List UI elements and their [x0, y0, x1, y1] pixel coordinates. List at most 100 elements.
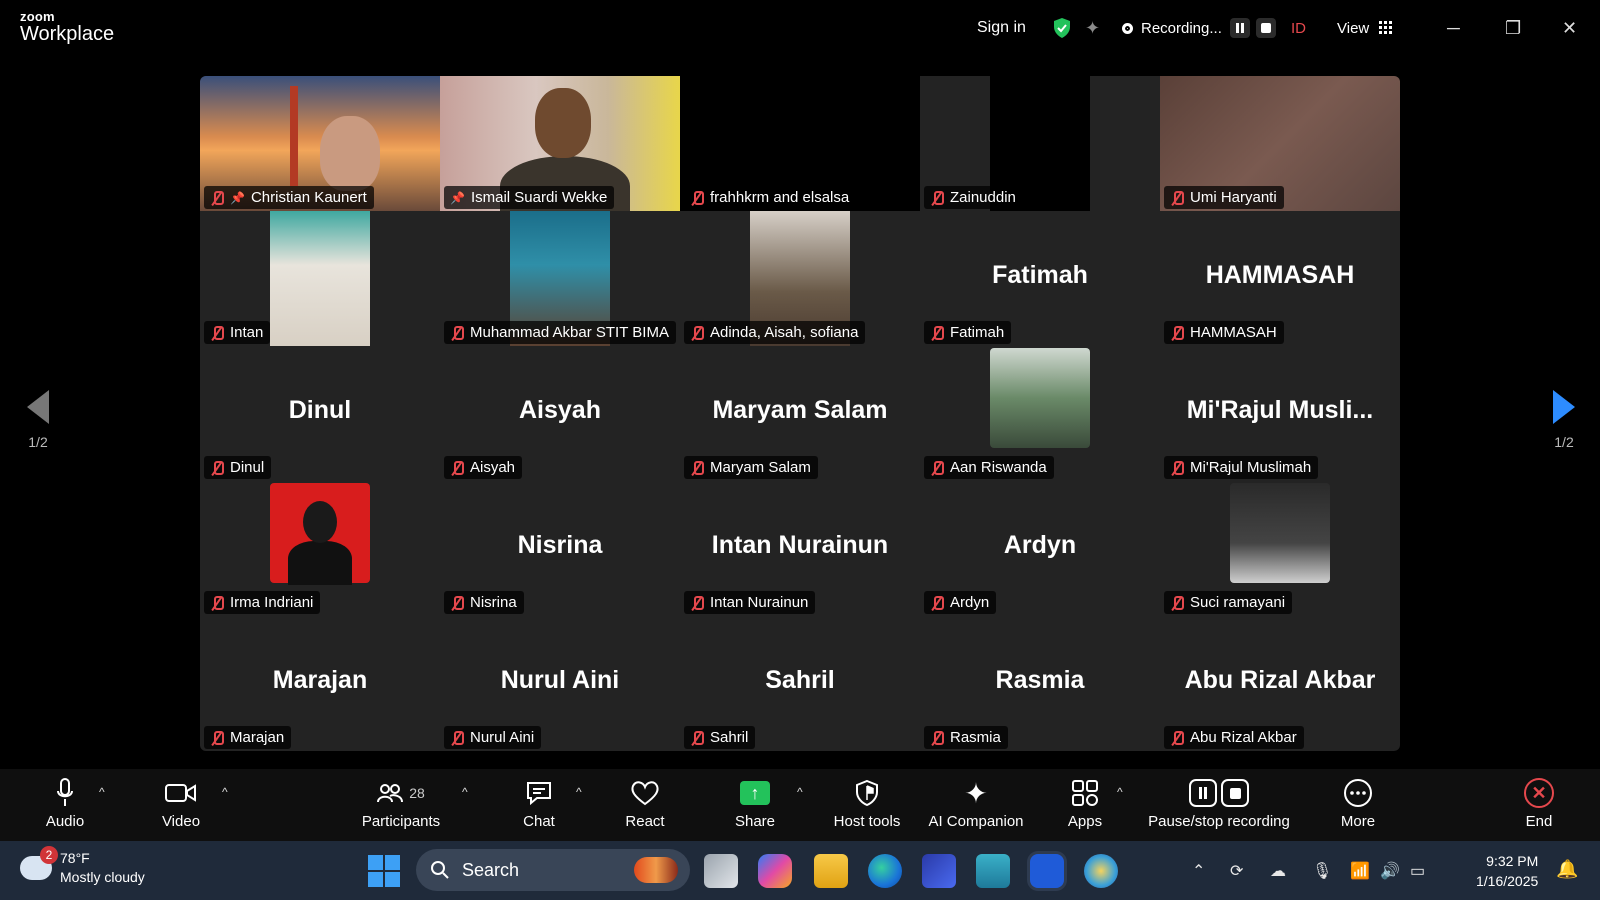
cloudy-weather-icon: 2 — [20, 846, 58, 880]
task-view-icon[interactable] — [704, 854, 738, 888]
share-options-chevron-up-icon[interactable]: ^ — [797, 785, 803, 799]
muted-mic-icon — [690, 460, 704, 475]
participant-name-label: Abu Rizal Akbar — [1164, 726, 1304, 749]
weather-widget[interactable]: 2 78°F Mostly cloudy — [20, 846, 145, 887]
notification-bell-icon[interactable]: 🔔 — [1556, 859, 1578, 880]
audio-options-chevron-up-icon[interactable]: ^ — [99, 785, 105, 799]
microphone-tray-icon[interactable]: 🎙 — [1312, 841, 1332, 900]
ai-companion-button[interactable]: ✦ AI Companion — [924, 777, 1028, 831]
participant-tile[interactable]: Dinul Dinul — [200, 346, 440, 481]
participant-tile[interactable]: HAMMASAH HAMMASAH — [1160, 211, 1400, 346]
wifi-icon[interactable]: 📶 — [1350, 841, 1370, 900]
participant-name-label: Nisrina — [444, 591, 524, 614]
end-meeting-button[interactable]: ✕ End — [1516, 777, 1562, 830]
ai-sparkle-icon: ✦ — [964, 777, 988, 809]
muted-mic-icon — [690, 730, 704, 745]
pause-stop-recording-button[interactable]: Pause/stop recording — [1142, 777, 1296, 830]
windows-start-button[interactable] — [368, 855, 400, 887]
participant-tile[interactable]: Intan — [200, 211, 440, 346]
participant-tile[interactable]: Rasmia Rasmia — [920, 616, 1160, 751]
pin-icon: 📌 — [450, 190, 465, 205]
audio-button[interactable]: Audio — [42, 777, 88, 830]
stop-recording-button[interactable] — [1256, 18, 1276, 38]
close-button[interactable]: ✕ — [1562, 0, 1577, 56]
participant-tile[interactable]: Aan Riswanda — [920, 346, 1160, 481]
participant-name-label: Mi'Rajul Muslimah — [1164, 456, 1319, 479]
participant-display-name: Nisrina — [517, 531, 603, 559]
participant-tile[interactable]: frahhkrm and elsalsa — [680, 76, 920, 211]
paint-app-icon[interactable] — [1084, 854, 1118, 888]
participant-tile[interactable]: Mi'Rajul Musli... Mi'Rajul Muslimah — [1160, 346, 1400, 481]
participant-tile[interactable]: Nisrina Nisrina — [440, 481, 680, 616]
participant-tile[interactable]: Maryam Salam Maryam Salam — [680, 346, 920, 481]
pause-recording-button[interactable] — [1230, 18, 1250, 38]
video-button[interactable]: Video — [158, 777, 204, 830]
muted-mic-icon — [210, 190, 224, 205]
taskbar-search-box[interactable]: Search — [416, 849, 690, 891]
sign-in-button[interactable]: Sign in — [977, 0, 1026, 56]
participant-name-label: Rasmia — [924, 726, 1008, 749]
notification-badge: 2 — [40, 846, 58, 864]
chat-options-chevron-up-icon[interactable]: ^ — [576, 785, 582, 799]
volume-icon[interactable]: 🔊 — [1380, 841, 1400, 900]
chat-button[interactable]: Chat — [516, 777, 562, 830]
notepad-icon[interactable] — [976, 854, 1010, 888]
share-screen-button[interactable]: ↑ Share — [732, 777, 778, 830]
participant-tile[interactable]: Marajan Marajan — [200, 616, 440, 751]
next-page-button[interactable]: 1/2 — [1544, 390, 1584, 450]
copilot-icon[interactable] — [758, 854, 792, 888]
taskbar-clock[interactable]: 9:32 PM 1/16/2025 — [1476, 851, 1538, 891]
recording-indicator: Recording... — [1122, 0, 1222, 56]
end-x-icon: ✕ — [1524, 778, 1554, 808]
participant-tile[interactable]: Nurul Aini Nurul Aini — [440, 616, 680, 751]
muted-mic-icon — [1170, 730, 1184, 745]
show-hidden-icons-chevron-up-icon[interactable]: ⌃ — [1192, 841, 1205, 900]
muted-mic-icon — [450, 730, 464, 745]
onedrive-cloud-icon[interactable]: ☁ — [1270, 841, 1286, 900]
view-button[interactable]: View — [1337, 0, 1393, 56]
participant-tile[interactable]: Irma Indriani — [200, 481, 440, 616]
host-tools-button[interactable]: Host tools — [826, 777, 908, 830]
participant-tile[interactable]: Suci ramayani — [1160, 481, 1400, 616]
sync-icon[interactable]: ⟳ — [1230, 841, 1243, 900]
participant-display-name: Intan Nurainun — [711, 531, 889, 559]
participant-tile[interactable]: Intan Nurainun Intan Nurainun — [680, 481, 920, 616]
app-icon[interactable] — [922, 854, 956, 888]
muted-mic-icon — [1170, 325, 1184, 340]
more-ellipsis-icon — [1330, 777, 1386, 809]
pause-icon — [1189, 779, 1217, 807]
participant-tile[interactable]: Sahril Sahril — [680, 616, 920, 751]
participants-options-chevron-up-icon[interactable]: ^ — [462, 785, 468, 799]
participant-tile[interactable]: Umi Haryanti — [1160, 76, 1400, 211]
participant-name-label: Aisyah — [444, 456, 523, 479]
security-shield-icon[interactable] — [1052, 0, 1072, 56]
participant-tile[interactable]: Muhammad Akbar STIT BIMA — [440, 211, 680, 346]
participant-tile-active-speaker[interactable]: 📌 Ismail Suardi Wekke — [440, 76, 680, 211]
zoom-workplace-logo: zoom Workplace — [20, 9, 115, 45]
participant-tile[interactable]: Ardyn Ardyn — [920, 481, 1160, 616]
more-button[interactable]: More — [1330, 777, 1386, 830]
apps-options-chevron-up-icon[interactable]: ^ — [1117, 785, 1123, 799]
participant-tile[interactable]: 📌 Christian Kaunert — [200, 76, 440, 211]
ai-sparkle-icon[interactable]: ✦ — [1085, 0, 1100, 56]
participant-display-name: HAMMASAH — [1205, 261, 1355, 289]
zoom-app-icon[interactable] — [1030, 854, 1064, 888]
restore-button[interactable]: ❐ — [1505, 0, 1521, 56]
battery-icon[interactable]: ▭ — [1410, 841, 1425, 900]
participant-tile[interactable]: Abu Rizal Akbar Abu Rizal Akbar — [1160, 616, 1400, 751]
participant-tile[interactable]: Adinda, Aisah, sofiana — [680, 211, 920, 346]
participant-tile[interactable]: Zainuddin — [920, 76, 1160, 211]
file-explorer-icon[interactable] — [814, 854, 848, 888]
participant-tile[interactable]: Fatimah Fatimah — [920, 211, 1160, 346]
participants-button[interactable]: 28 Participants — [358, 777, 444, 830]
video-options-chevron-up-icon[interactable]: ^ — [222, 785, 228, 799]
participant-tile[interactable]: Aisyah Aisyah — [440, 346, 680, 481]
participant-display-name: Ardyn — [1003, 531, 1077, 559]
react-button[interactable]: React — [620, 777, 670, 830]
muted-mic-icon — [450, 595, 464, 610]
apps-button[interactable]: Apps — [1062, 777, 1108, 830]
minimize-button[interactable]: ─ — [1447, 0, 1460, 56]
meeting-id-button[interactable]: ID — [1291, 0, 1306, 56]
edge-browser-icon[interactable] — [868, 854, 902, 888]
previous-page-button[interactable]: 1/2 — [18, 390, 58, 450]
